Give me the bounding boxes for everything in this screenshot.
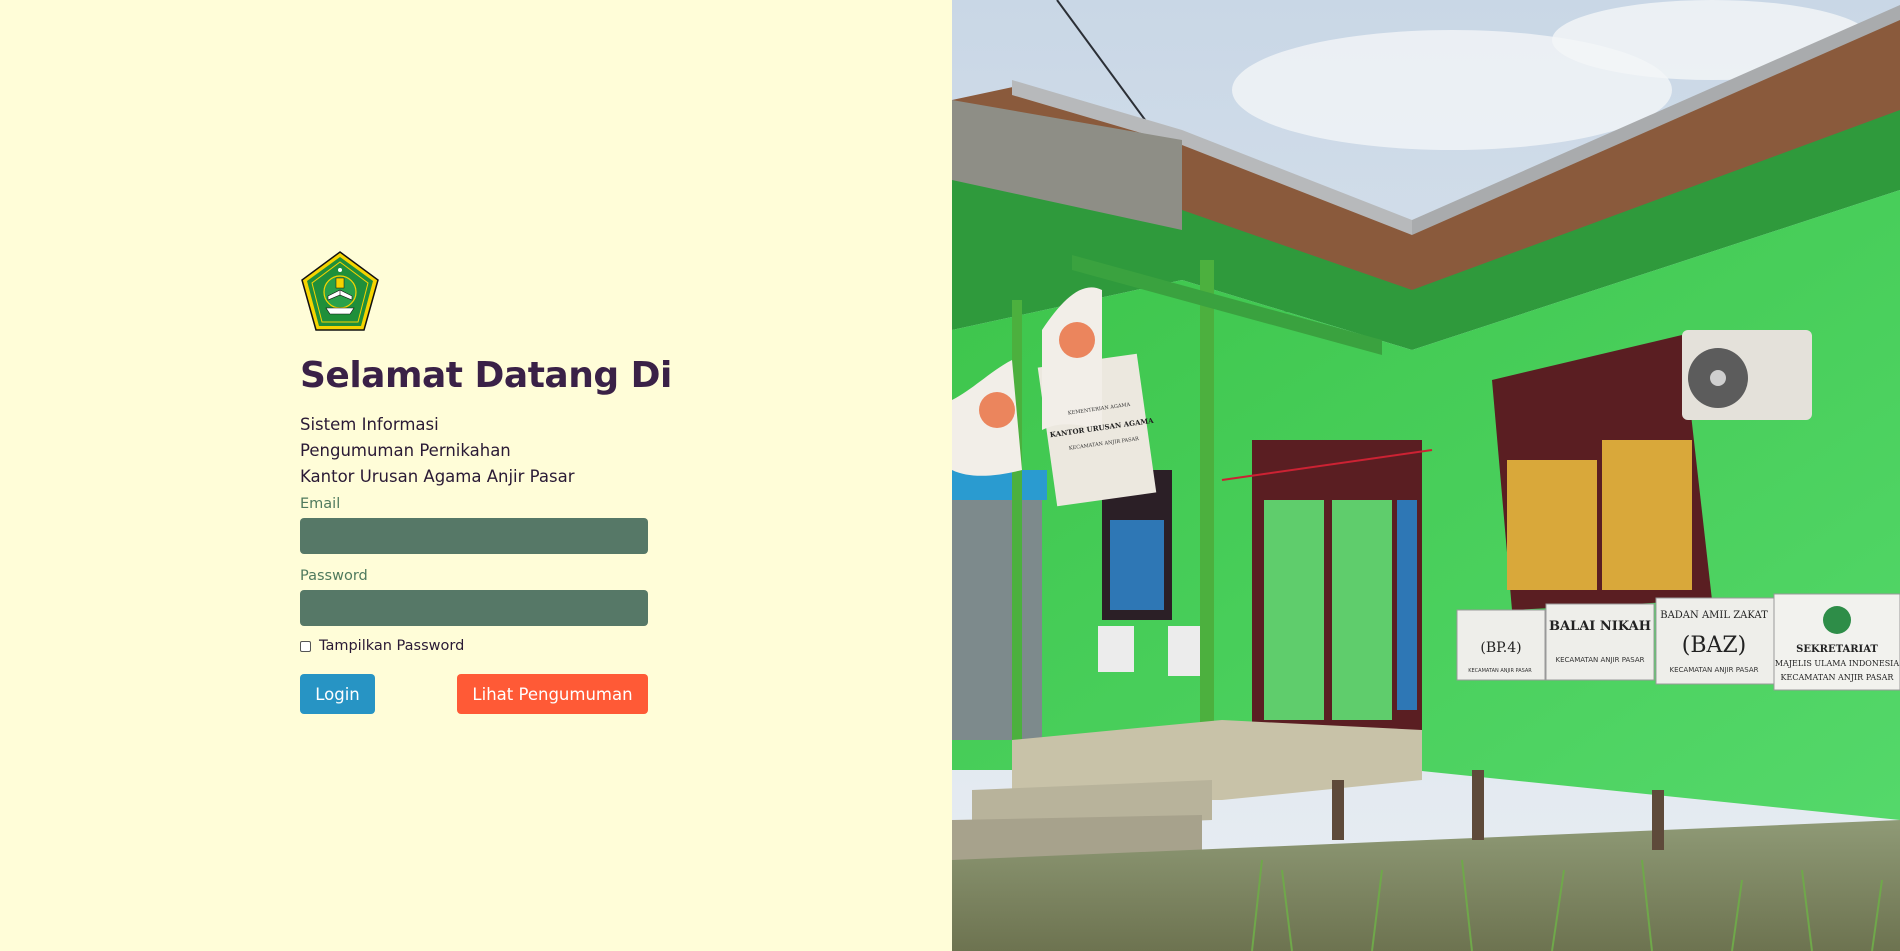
subtitle-line: Kantor Urusan Agama Anjir Pasar xyxy=(300,467,575,486)
password-field[interactable] xyxy=(300,590,648,626)
baz-sign-subtext: KECAMATAN ANJIR PASAR xyxy=(1670,666,1759,674)
mui-sign-title: SEKRETARIAT xyxy=(1796,644,1878,655)
bp4-sign-text: (BP.4) xyxy=(1480,640,1521,656)
login-button[interactable]: Login xyxy=(300,674,375,714)
email-field[interactable] xyxy=(300,518,648,554)
login-box: Selamat Datang Di Sistem Informasi Pengu… xyxy=(300,250,672,714)
system-subtitle: Sistem Informasi Pengumuman Pernikahan K… xyxy=(300,412,648,490)
subtitle-line: Pengumuman Pernikahan xyxy=(300,441,511,460)
mui-sign-subtext: KECAMATAN ANJIR PASAR xyxy=(1781,673,1895,682)
bp4-sign-subtext: KECAMATAN ANJIR PASAR xyxy=(1468,668,1532,674)
view-announcement-button[interactable]: Lihat Pengumuman xyxy=(457,674,648,714)
email-label: Email xyxy=(300,496,341,512)
office-photo: (BP.4) KECAMATAN ANJIR PASAR BALAI NIKAH… xyxy=(952,0,1900,951)
balai-nikah-sign-text: BALAI NIKAH xyxy=(1549,619,1651,634)
show-password-label[interactable]: Tampilkan Password xyxy=(319,638,464,654)
login-panel: Selamat Datang Di Sistem Informasi Pengu… xyxy=(0,0,952,951)
subtitle-line: Sistem Informasi xyxy=(300,415,439,434)
show-password-checkbox[interactable] xyxy=(300,640,311,652)
balai-nikah-sign-subtext: KECAMATAN ANJIR PASAR xyxy=(1556,656,1645,664)
action-buttons: Login Lihat Pengumuman xyxy=(300,674,648,714)
baz-sign-abbr: (BAZ) xyxy=(1682,633,1747,658)
welcome-title: Selamat Datang Di xyxy=(300,355,672,396)
kemenag-logo xyxy=(301,251,379,331)
mui-sign-name: MAJELIS ULAMA INDONESIA xyxy=(1775,659,1899,668)
show-password-row: Tampilkan Password xyxy=(300,638,648,654)
password-label: Password xyxy=(300,568,368,584)
baz-sign-title: BADAN AMIL ZAKAT xyxy=(1660,610,1768,621)
office-building-image: (BP.4) KECAMATAN ANJIR PASAR BALAI NIKAH… xyxy=(952,0,1900,951)
